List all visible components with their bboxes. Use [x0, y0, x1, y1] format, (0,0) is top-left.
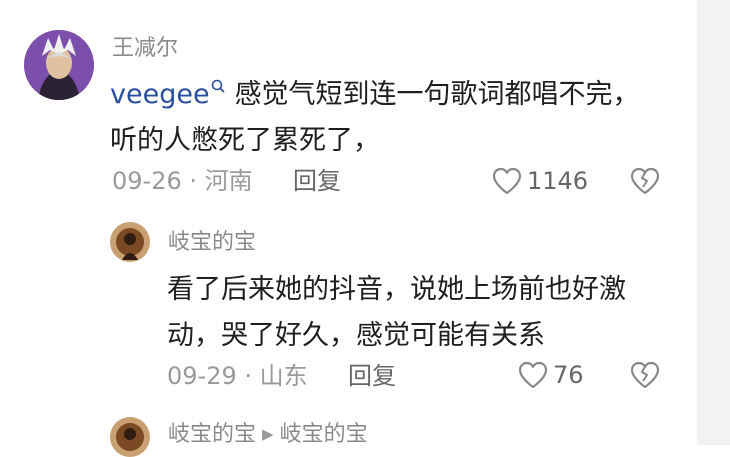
meta-separator: ·	[189, 167, 198, 195]
comment-location: 山东	[259, 362, 308, 390]
like-button[interactable]: 76	[517, 360, 584, 390]
comment-location: 河南	[204, 167, 253, 195]
reply-to-username[interactable]: 岐宝的宝	[280, 422, 368, 447]
comment-date: 09-26	[112, 167, 182, 195]
comment-meta: 09-29 · 山东	[167, 364, 308, 388]
comment-text-line1: 感觉气短到连一句歌词都唱不完，	[234, 79, 640, 110]
heart-broken-icon	[630, 167, 660, 195]
comment-username[interactable]: 岐宝的宝	[168, 232, 256, 254]
comment-text: veegee 感觉气短到连一句歌词都唱不完， 听的人憋死了累死了，	[110, 72, 640, 164]
search-icon	[211, 68, 225, 93]
comment-username[interactable]: 王减尔	[112, 38, 178, 60]
comment-text: 看了后来她的抖音，说她上场前也好激 动，哭了好久，感觉可能有关系	[167, 267, 626, 359]
meta-separator: ·	[244, 362, 253, 390]
avatar[interactable]	[24, 30, 94, 100]
comment-text-line1: 看了后来她的抖音，说她上场前也好激	[167, 274, 626, 305]
comment-text-line2: 动，哭了好久，感觉可能有关系	[167, 320, 545, 351]
comment-username[interactable]: 岐宝的宝	[168, 422, 256, 447]
mention-link[interactable]: veegee	[110, 79, 210, 110]
comment-date: 09-29	[167, 362, 237, 390]
right-scroll-gutter	[697, 0, 730, 445]
dislike-button[interactable]	[629, 166, 661, 196]
like-count: 76	[553, 361, 584, 389]
heart-outline-icon	[518, 361, 548, 389]
like-button[interactable]: 1146	[491, 166, 588, 196]
reply-arrow-icon: ▶	[262, 425, 274, 443]
avatar[interactable]	[110, 222, 150, 262]
avatar[interactable]	[110, 417, 150, 457]
comment-text-line2: 听的人憋死了累死了，	[110, 125, 380, 156]
heart-broken-icon	[630, 361, 660, 389]
like-count: 1146	[527, 167, 589, 195]
reply-button[interactable]: 回复	[293, 169, 341, 193]
dislike-button[interactable]	[629, 360, 661, 390]
reply-header: 岐宝的宝 ▶ 岐宝的宝	[168, 424, 368, 446]
heart-outline-icon	[492, 167, 522, 195]
comment-meta: 09-26 · 河南	[112, 169, 253, 193]
reply-button[interactable]: 回复	[348, 364, 396, 388]
